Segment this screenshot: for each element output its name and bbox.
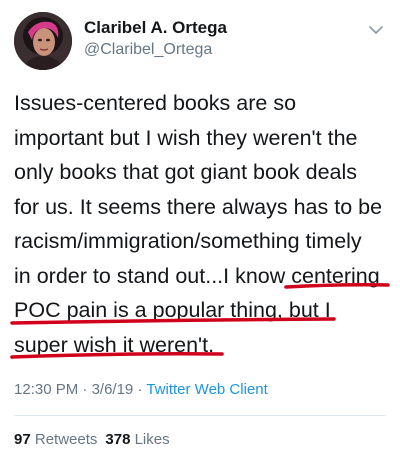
tweet-date[interactable]: 3/6/19	[92, 381, 134, 398]
tweet-line: POC pain is a popular thing, but I	[14, 293, 390, 328]
tweet-line: super wish it weren't.	[14, 328, 390, 363]
avatar-photo	[14, 12, 72, 70]
highlighted-text: centering	[291, 263, 380, 288]
display-name[interactable]: Claribel A. Ortega	[84, 17, 227, 39]
likes-label: Likes	[134, 431, 170, 448]
divider	[14, 415, 386, 416]
likes-stat[interactable]: 378 Likes	[105, 431, 169, 448]
retweets-stat[interactable]: 97 Retweets	[14, 431, 97, 448]
tweet-time[interactable]: 12:30 PM	[14, 381, 78, 398]
retweets-count: 97	[14, 431, 31, 448]
chevron-down-icon[interactable]	[368, 22, 384, 38]
meta-separator: ·	[78, 381, 92, 398]
highlighted-text: POC pain is a popular thing, but I	[14, 298, 331, 322]
tweet-line: in order to stand out...I know centering	[14, 263, 380, 288]
user-handle[interactable]: @Claribel_Ortega	[84, 39, 227, 61]
tweet-card: Claribel A. Ortega @Claribel_Ortega Issu…	[0, 0, 400, 457]
meta-separator: ·	[133, 381, 147, 398]
tweet-line: important but I wish they weren't the	[14, 125, 358, 150]
tweet-meta: 12:30 PM · 3/6/19 · Twitter Web Client	[14, 380, 268, 400]
author-names: Claribel A. Ortega @Claribel_Ortega	[84, 17, 227, 61]
highlighted-text: super wish it weren't.	[14, 332, 215, 357]
tweet-stats: 97 Retweets 378 Likes	[14, 430, 170, 450]
tweet-text: Issues-centered books are so important b…	[14, 86, 390, 362]
likes-count: 378	[105, 431, 131, 448]
client-link[interactable]: Twitter Web Client	[146, 381, 267, 398]
tweet-line: for us. It seems there always has to be	[14, 194, 383, 219]
tweet-line: racism/immigration/something timely	[14, 229, 362, 253]
tweet-header: Claribel A. Ortega @Claribel_Ortega	[14, 12, 386, 72]
tweet-line: only books that got giant book deals	[14, 160, 358, 184]
retweets-label: Retweets	[34, 431, 98, 448]
tweet-line: Issues-centered books are so	[14, 91, 297, 115]
avatar[interactable]	[14, 12, 72, 70]
